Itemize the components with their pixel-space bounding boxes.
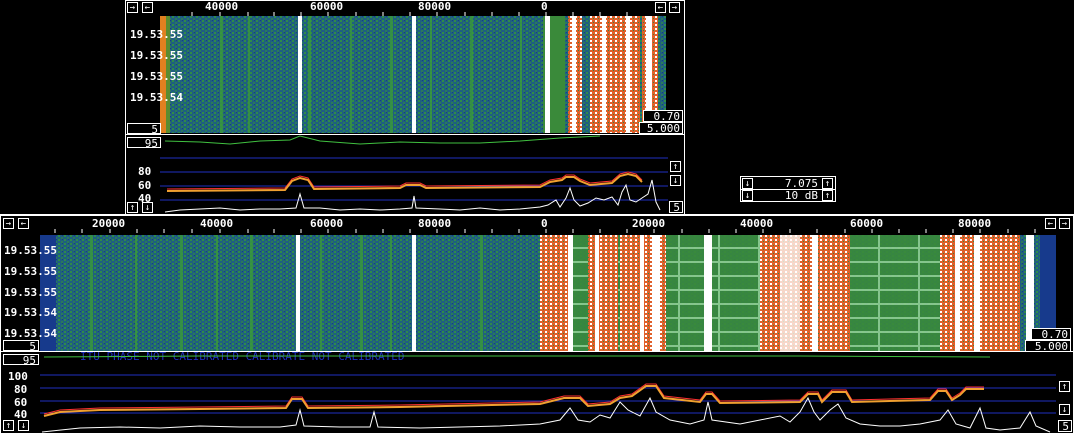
bottom-gain-box[interactable]: 0.70 (1031, 328, 1071, 340)
bottom-spec-db-label: 100 (8, 370, 28, 383)
bottom-time-label: 19.53.54 (4, 327, 57, 340)
bottom-spec-down-button[interactable]: ↓ (18, 420, 29, 431)
bottom-time-label: 19.53.55 (4, 265, 57, 278)
bottom-spec-ref-box[interactable]: 95 (3, 354, 39, 366)
bottom-time-label: 19.53.55 (4, 244, 57, 257)
bottom-overlay-text: ITU PHASE NOT CALIBRATED CALIBRATE NOT C… (80, 350, 405, 363)
bottom-avg-box[interactable]: 5 (3, 340, 39, 352)
bottom-freq-ticks (54, 229, 1036, 233)
bottom-spec-up-button[interactable]: ↑ (3, 420, 14, 431)
bottom-waterfall-image (40, 235, 1056, 351)
bottom-spec-db-label: 80 (14, 383, 28, 396)
bottom-time-label: 19.53.54 (4, 306, 57, 319)
bottom-spec-right-up-button[interactable]: ↑ (1059, 381, 1070, 392)
bottom-waterfall[interactable] (40, 235, 1056, 351)
bottom-spec-right-down-button[interactable]: ↓ (1059, 404, 1070, 415)
bottom-spec-right-box[interactable]: 5 (1058, 420, 1072, 432)
bottom-time-label: 19.53.55 (4, 286, 57, 299)
